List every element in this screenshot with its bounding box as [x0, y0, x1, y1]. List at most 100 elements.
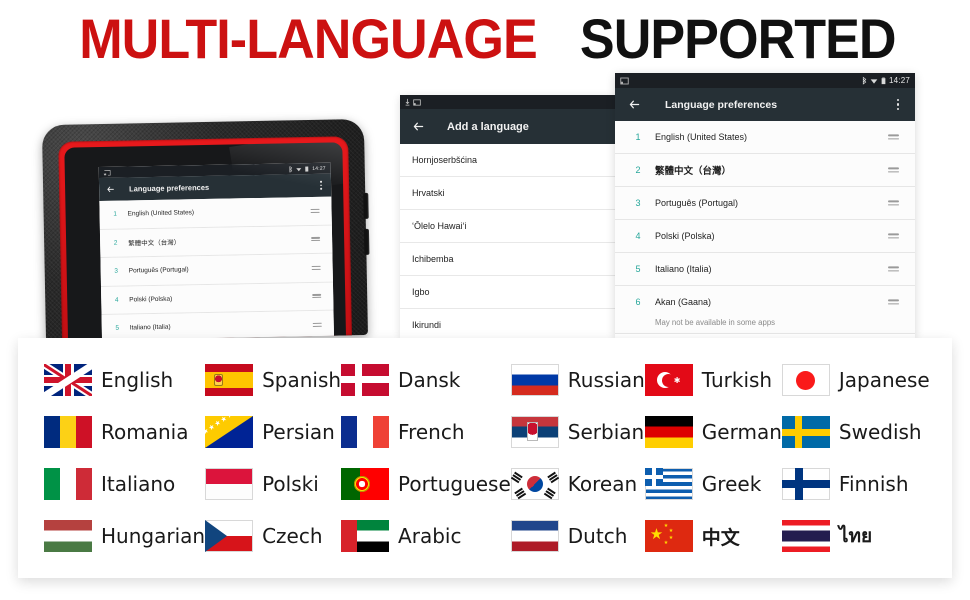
list-item[interactable]: Hrvatski: [400, 177, 622, 210]
hungary-flag: [44, 520, 92, 552]
battery-icon: [881, 77, 886, 84]
table-row[interactable]: 5 Italiano (Italia): [101, 310, 335, 341]
prefs-status-bar: 14:27: [615, 73, 915, 88]
table-row[interactable]: 3 Português (Portugal): [100, 253, 333, 287]
language-flag-item: Arabic: [341, 510, 511, 562]
back-arrow-icon[interactable]: [106, 185, 115, 194]
language-rank: 5: [115, 324, 120, 333]
page-title-red: MULTI-LANGUAGE: [79, 7, 538, 70]
table-row[interactable]: 4 Polski (Polska): [100, 282, 334, 316]
czech-republic-flag: [205, 520, 254, 552]
page-title: MULTI-LANGUAGE SUPPORTED: [0, 8, 970, 70]
drag-handle-icon[interactable]: [310, 208, 320, 213]
drag-handle-icon[interactable]: [311, 237, 321, 242]
table-row[interactable]: 6 Akan (Gaana): [615, 286, 915, 318]
drag-handle-icon[interactable]: [312, 294, 322, 299]
language-flag-label: Russian: [567, 368, 645, 392]
drag-handle-icon[interactable]: [888, 134, 899, 140]
drag-handle-icon[interactable]: [888, 266, 899, 272]
add-language-list[interactable]: Hornjoserbšćina Hrvatski ʻŌlelo Hawaiʻi Ich…: [400, 144, 622, 338]
kebab-menu-icon[interactable]: [896, 98, 899, 111]
language-preferences-panel: 14:27 Language preferences 1 English (Uni…: [615, 73, 915, 338]
language-flag-item: Spanish: [205, 354, 341, 406]
language-flag-label: ไทย: [838, 525, 873, 547]
language-rank: 3: [114, 267, 119, 276]
language-flag-item: ✱ Turkish: [644, 354, 782, 406]
language-rank: 5: [635, 264, 641, 274]
spain-flag: [205, 364, 254, 396]
drag-handle-icon[interactable]: [888, 299, 899, 305]
language-flag-item: Greek: [644, 458, 782, 510]
tablet-side-button-volume-down[interactable]: [363, 228, 370, 255]
france-flag: [341, 416, 390, 448]
thailand-flag: [781, 520, 830, 552]
table-row[interactable]: 5 Italiano (Italia): [615, 253, 915, 286]
list-item[interactable]: Hornjoserbšćina: [400, 144, 622, 177]
table-row[interactable]: 3 Português (Portugal): [615, 187, 915, 220]
language-flag-item: Finnish: [781, 458, 930, 510]
back-arrow-icon[interactable]: [628, 98, 641, 111]
language-availability-note: May not be available in some apps: [615, 318, 915, 334]
language-name: Polski (Polska): [655, 231, 715, 241]
list-item[interactable]: Igbo: [400, 276, 622, 309]
table-row[interactable]: 1 English (United States): [615, 121, 915, 154]
table-row[interactable]: 4 Polski (Polska): [615, 220, 915, 253]
tablet-clock: 14:27: [312, 165, 326, 172]
bosnia-flag: ★★★★★★: [205, 416, 254, 448]
language-flag-item: ★★★★★★ Persian: [205, 406, 341, 458]
drag-handle-icon[interactable]: [311, 265, 321, 270]
table-row[interactable]: 2 繁體中文（台灣）: [99, 225, 333, 259]
language-name: Português (Portugal): [128, 266, 189, 275]
language-flag-label: Romania: [101, 420, 189, 444]
japan-flag: [781, 364, 830, 396]
greece-flag: [644, 468, 693, 500]
language-rank: 1: [113, 210, 117, 219]
list-item[interactable]: Ichibemba: [400, 243, 622, 276]
add-language-app-bar: Add a language: [400, 109, 622, 144]
prefs-language-list[interactable]: 1 English (United States) 2 繁體中文（台灣） 3 Portug…: [615, 121, 915, 334]
language-flag-item: Czech: [205, 510, 341, 562]
download-icon: [405, 98, 410, 106]
language-flag-item: Dutch: [510, 510, 645, 562]
back-arrow-icon[interactable]: [412, 120, 425, 133]
tablet-language-list[interactable]: 1 English (United States) 2 繁體中文（台灣） 3 Portug…: [99, 196, 335, 341]
language-name: Hrvatski: [412, 188, 445, 198]
bluetooth-icon: [289, 165, 293, 172]
language-flag-item: Korean: [510, 458, 645, 510]
tablet-app-bar-title: Language preferences: [129, 182, 210, 194]
language-rank: 4: [114, 296, 119, 304]
table-row[interactable]: 1 English (United States): [99, 196, 332, 230]
language-rank: 2: [635, 165, 641, 175]
language-flag-label: Czech: [262, 524, 323, 548]
drag-handle-icon[interactable]: [312, 322, 322, 327]
language-flag-label: Swedish: [838, 420, 922, 444]
drag-handle-icon[interactable]: [888, 167, 899, 173]
language-name: ʻŌlelo Hawaiʻi: [412, 221, 467, 231]
list-item[interactable]: ʻŌlelo Hawaiʻi: [400, 210, 622, 243]
language-name: Igbo: [412, 287, 430, 297]
language-flag-label: Dansk: [398, 368, 461, 392]
table-row[interactable]: 2 繁體中文（台灣）: [615, 154, 915, 187]
add-language-status-bar: [400, 95, 622, 109]
language-flag-item: English: [44, 354, 205, 406]
language-flag-label: Finnish: [838, 472, 909, 496]
language-flag-label: Portuguese: [398, 472, 511, 496]
language-flag-item: Russian: [510, 354, 645, 406]
drag-handle-icon[interactable]: [888, 233, 899, 239]
poster-canvas: MULTI-LANGUAGE SUPPORTED 14:27 Language …: [0, 0, 970, 600]
prefs-app-bar-title: Language preferences: [665, 98, 778, 111]
language-name: English (United States): [127, 209, 195, 218]
drag-handle-icon[interactable]: [888, 200, 899, 206]
romania-flag: [44, 416, 92, 448]
bluetooth-icon: [862, 76, 867, 85]
poland-flag: [205, 468, 254, 500]
kebab-menu-icon[interactable]: [320, 180, 323, 190]
language-rank: 1: [635, 132, 641, 142]
language-flag-label: Polski: [262, 472, 319, 496]
language-name: Português (Portugal): [655, 198, 739, 208]
list-item[interactable]: Ikirundi: [400, 309, 622, 338]
language-rank: 6: [635, 297, 641, 307]
wifi-icon: [296, 167, 302, 171]
italy-flag: [44, 468, 92, 500]
tablet-side-button-volume-up[interactable]: [363, 192, 369, 219]
